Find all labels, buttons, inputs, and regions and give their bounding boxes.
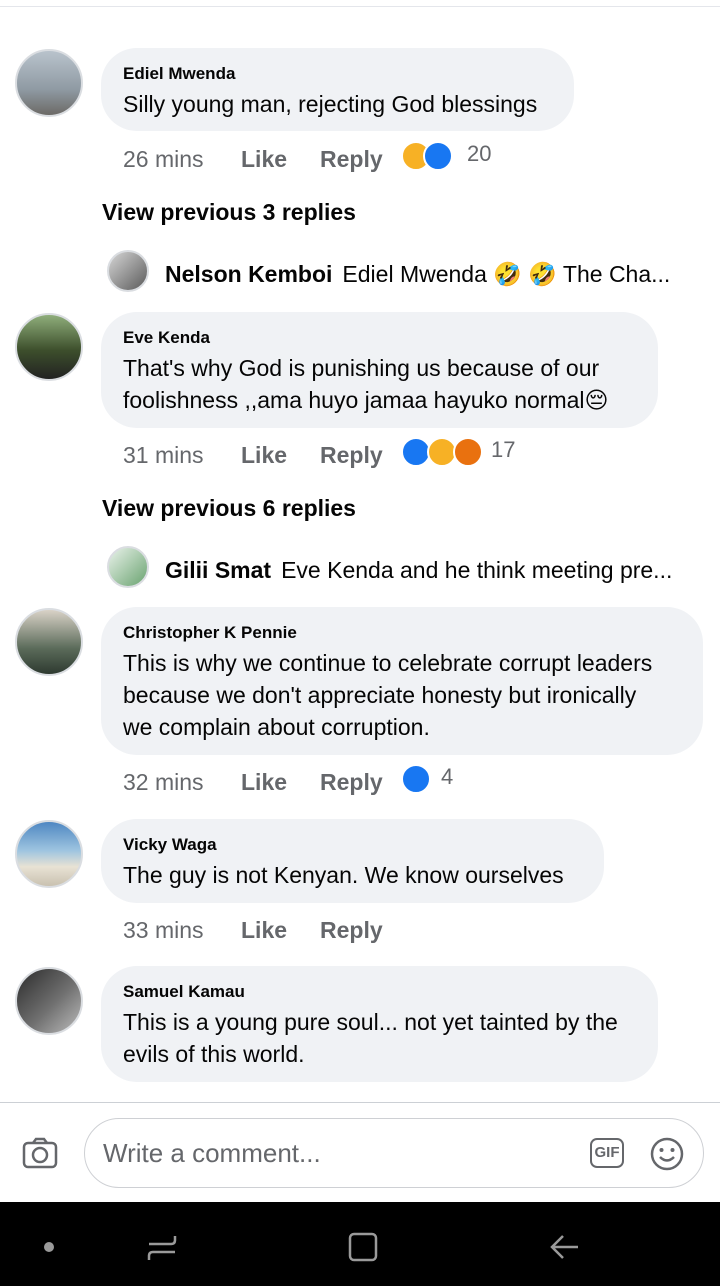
reply-author: Gilii Smat	[165, 557, 272, 583]
reply-button[interactable]: Reply	[320, 440, 383, 470]
comment-composer: Write a comment... GIF	[0, 1102, 720, 1203]
view-previous-replies[interactable]: View previous 3 replies	[102, 199, 356, 226]
angry-icon	[453, 437, 483, 467]
nav-dot-icon	[44, 1242, 54, 1252]
reply-author: Nelson Kemboi	[165, 261, 333, 287]
avatar[interactable]	[107, 546, 149, 588]
comment-input-placeholder: Write a comment...	[103, 1138, 321, 1168]
comment-line: This is a young pure soul... not yet tai…	[123, 1009, 618, 1035]
avatar[interactable]	[15, 967, 83, 1035]
reply-button[interactable]: Reply	[320, 767, 383, 797]
camera-icon[interactable]	[22, 1137, 58, 1169]
comment-bubble[interactable]: Eve Kenda That's why God is punishing us…	[101, 312, 658, 428]
comment-line: we complain about corruption.	[123, 714, 430, 740]
view-previous-replies[interactable]: View previous 6 replies	[102, 495, 356, 522]
system-nav-bar	[0, 1202, 720, 1286]
avatar[interactable]	[15, 49, 83, 117]
comment-text: The guy is not Kenyan. We know ourselves	[123, 862, 564, 888]
comment-bubble[interactable]: Samuel Kamau This is a young pure soul..…	[101, 966, 658, 1082]
comment-bubble[interactable]: Vicky Waga The guy is not Kenyan. We kno…	[101, 819, 604, 903]
top-divider	[0, 6, 720, 7]
comment-line: because we don't appreciate honesty but …	[123, 682, 637, 708]
reaction-count: 17	[491, 437, 516, 462]
reply-button[interactable]: Reply	[320, 915, 383, 945]
comment-text: This is why we continue to celebrate cor…	[123, 647, 681, 743]
reply-preview[interactable]: Nelson Kemboi Ediel Mwenda 🤣 🤣 The Cha...	[165, 261, 685, 288]
timestamp: 32 mins	[123, 769, 204, 795]
avatar[interactable]	[107, 250, 149, 292]
comment-line: evils of this world.	[123, 1041, 305, 1067]
comment-text: This is a young pure soul... not yet tai…	[123, 1006, 636, 1070]
commenter-name[interactable]: Samuel Kamau	[123, 982, 636, 1002]
timestamp: 31 mins	[123, 442, 204, 468]
comment-input[interactable]: Write a comment... GIF	[84, 1118, 704, 1188]
back-icon[interactable]	[549, 1232, 581, 1262]
commenter-name[interactable]: Eve Kenda	[123, 328, 636, 348]
emoji-icon[interactable]	[650, 1137, 684, 1171]
home-icon[interactable]	[347, 1231, 379, 1263]
reply-text: Eve Kenda and he think meeting pre...	[281, 557, 673, 583]
avatar[interactable]	[15, 313, 83, 381]
like-button[interactable]: Like	[241, 144, 287, 174]
timestamp: 33 mins	[123, 917, 204, 943]
like-button[interactable]: Like	[241, 915, 287, 945]
avatar[interactable]	[15, 820, 83, 888]
reply-preview[interactable]: Gilii Smat Eve Kenda and he think meeting…	[165, 557, 685, 584]
like-icon	[423, 141, 453, 171]
commenter-name[interactable]: Vicky Waga	[123, 835, 582, 855]
commenter-name[interactable]: Christopher K Pennie	[123, 623, 681, 643]
timestamp: 26 mins	[123, 146, 204, 172]
reply-text: Ediel Mwenda 🤣 🤣 The Cha...	[342, 261, 671, 287]
avatar[interactable]	[15, 608, 83, 676]
recent-apps-icon[interactable]	[145, 1232, 179, 1262]
like-button[interactable]: Like	[241, 440, 287, 470]
commenter-name[interactable]: Ediel Mwenda	[123, 64, 552, 84]
comment-line: This is why we continue to celebrate cor…	[123, 650, 653, 676]
gif-icon[interactable]: GIF	[590, 1138, 624, 1168]
reaction-count: 20	[467, 141, 492, 166]
comment-bubble[interactable]: Christopher K Pennie This is why we cont…	[101, 607, 703, 755]
like-icon	[401, 764, 431, 794]
like-button[interactable]: Like	[241, 767, 287, 797]
comment-text: That's why God is punishing us because o…	[123, 352, 636, 416]
reply-button[interactable]: Reply	[320, 144, 383, 174]
comment-line: foolishness ,,ama huyo jamaa hayuko norm…	[123, 387, 609, 413]
reaction-count: 4	[441, 764, 454, 789]
comment-bubble[interactable]: Ediel Mwenda Silly young man, rejecting …	[101, 48, 574, 131]
comment-text: Silly young man, rejecting God blessings	[123, 91, 538, 117]
comment-line: That's why God is punishing us because o…	[123, 355, 600, 381]
